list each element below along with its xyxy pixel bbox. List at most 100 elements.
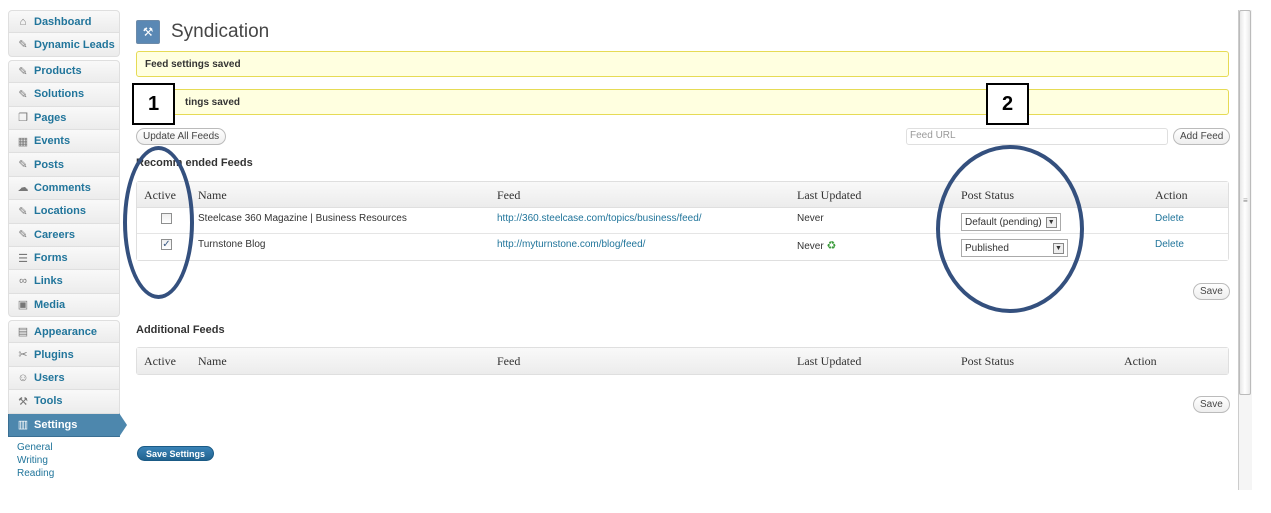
sidebar-item-label: Users bbox=[34, 372, 65, 385]
page-title: Syndication bbox=[171, 21, 270, 42]
sidebar-item-label: Posts bbox=[34, 158, 64, 171]
sidebar-item-forms[interactable]: ☰ Forms bbox=[8, 246, 120, 271]
sidebar-item-label: Pages bbox=[34, 111, 67, 124]
grip-icon: ≡ bbox=[1243, 196, 1248, 205]
col-action: Action bbox=[1155, 188, 1188, 202]
annotation-label-2: 2 bbox=[986, 83, 1029, 125]
sidebar-item-label: Careers bbox=[34, 228, 75, 241]
col-name: Name bbox=[198, 354, 227, 368]
sidebar-item-label: Dynamic Leads bbox=[34, 38, 115, 51]
vertical-scrollbar[interactable]: ≡ bbox=[1238, 10, 1252, 490]
users-icon: ☺ bbox=[17, 372, 29, 385]
additional-feeds-heading: Additional Feeds bbox=[136, 324, 225, 336]
scrollbar-thumb[interactable]: ≡ bbox=[1239, 10, 1251, 395]
update-all-feeds-button[interactable]: Update All Feeds bbox=[136, 128, 227, 145]
notice-feed-saved: Feed settings saved bbox=[136, 51, 1229, 77]
sidebar-item-dynamic-leads[interactable]: ✎ Dynamic Leads bbox=[8, 33, 120, 57]
sidebar-item-label: Links bbox=[34, 275, 63, 288]
notice-text: tings saved bbox=[185, 97, 241, 108]
sidebar-item-events[interactable]: ▦ Events bbox=[8, 129, 120, 154]
feed-name: Steelcase 360 Magazine | Business Resour… bbox=[198, 213, 407, 224]
col-post-status: Post Status bbox=[961, 354, 1015, 368]
save-button[interactable]: Save bbox=[1193, 396, 1230, 413]
sidebar-item-careers[interactable]: ✎ Careers bbox=[8, 223, 120, 247]
feed-url-link[interactable]: http://360.steelcase.com/topics/business… bbox=[497, 213, 702, 224]
sidebar-item-appearance[interactable]: ▤ Appearance bbox=[8, 320, 120, 344]
sidebar-item-links[interactable]: ∞ Links bbox=[8, 270, 120, 294]
sidebar-item-locations[interactable]: ✎ Locations bbox=[8, 200, 120, 224]
pages-icon: ❐ bbox=[18, 112, 28, 125]
last-updated: Never ♻ bbox=[797, 239, 836, 252]
sidebar-item-dashboard[interactable]: ⌂ Dashboard bbox=[8, 10, 120, 34]
sidebar-item-label: Products bbox=[34, 65, 82, 78]
heading-part: ended Feeds bbox=[185, 157, 253, 169]
sidebar-item-label: Settings bbox=[34, 418, 78, 431]
col-feed: Feed bbox=[497, 354, 521, 368]
sidebar-item-label: Forms bbox=[34, 252, 68, 265]
notice-settings-saved: tings saved bbox=[136, 89, 1229, 115]
annotation-ellipse-post-status bbox=[936, 145, 1084, 313]
delete-link[interactable]: Delete bbox=[1155, 239, 1184, 250]
sidebar-item-posts[interactable]: ✎ Posts bbox=[8, 153, 120, 177]
col-last-updated: Last Updated bbox=[797, 354, 862, 368]
sidebar-item-tools[interactable]: ⚒ Tools bbox=[8, 390, 120, 414]
sidebar-item-users[interactable]: ☺ Users bbox=[8, 366, 120, 391]
delete-link[interactable]: Delete bbox=[1155, 213, 1184, 224]
sidebar-item-label: Appearance bbox=[34, 325, 97, 338]
sidebar-item-plugins[interactable]: ✂ Plugins bbox=[8, 343, 120, 367]
current-arrow bbox=[119, 412, 127, 437]
media-icon: ▣ bbox=[17, 299, 29, 312]
sidebar-item-label: Dashboard bbox=[34, 15, 92, 28]
feed-url-link[interactable]: http://myturnstone.com/blog/feed/ bbox=[497, 239, 645, 250]
col-name: Name bbox=[198, 188, 227, 202]
link-icon: ∞ bbox=[19, 275, 27, 288]
table-header: Active Name Feed Last Updated Post Statu… bbox=[137, 348, 1228, 374]
sidebar-item-comments[interactable]: ☁ Comments bbox=[8, 176, 120, 201]
sidebar-item-label: Tools bbox=[34, 395, 63, 408]
admin-sidebar: ⌂ Dashboard ✎ Dynamic Leads ✎ Products ✎ Sol… bbox=[8, 10, 127, 490]
pin-icon: ✎ bbox=[18, 39, 28, 52]
sidebar-item-label: Locations bbox=[34, 205, 86, 218]
add-feed-button[interactable]: Add Feed bbox=[1173, 128, 1231, 145]
dashboard-icon: ⌂ bbox=[19, 15, 27, 28]
col-action: Action bbox=[1124, 354, 1157, 368]
additional-feeds-table: Active Name Feed Last Updated Post Statu… bbox=[136, 347, 1229, 375]
sidebar-item-pages[interactable]: ❐ Pages bbox=[8, 106, 120, 130]
form-icon: ☰ bbox=[18, 252, 28, 265]
feed-url-input[interactable]: Feed URL bbox=[906, 128, 1168, 145]
pin-icon: ✎ bbox=[18, 65, 28, 78]
submenu-item-general[interactable]: General bbox=[17, 441, 120, 454]
col-active: Active bbox=[144, 354, 176, 368]
last-updated-text: Never bbox=[797, 241, 824, 252]
notice-text: Feed settings saved bbox=[145, 59, 241, 70]
sidebar-item-products[interactable]: ✎ Products bbox=[8, 59, 120, 84]
sidebar-item-label: Events bbox=[34, 135, 71, 148]
pin-icon: ✎ bbox=[18, 229, 28, 242]
comment-bubble-icon: ☁ bbox=[17, 182, 29, 195]
annotation-label-1: 1 bbox=[132, 83, 175, 125]
sidebar-item-label: Plugins bbox=[34, 348, 74, 361]
last-updated: Never bbox=[797, 213, 824, 224]
sidebar-item-label: Comments bbox=[34, 181, 91, 194]
feed-name: Turnstone Blog bbox=[198, 239, 266, 250]
page-header: ⚒ Syndication bbox=[136, 20, 269, 44]
settings-submenu: General Writing Reading bbox=[8, 437, 120, 480]
submenu-item-writing[interactable]: Writing bbox=[17, 454, 120, 467]
tools-icon: ⚒ bbox=[136, 20, 160, 44]
save-button[interactable]: Save bbox=[1193, 283, 1230, 300]
submenu-item-reading[interactable]: Reading bbox=[17, 467, 120, 480]
refresh-icon[interactable]: ♻ bbox=[826, 240, 836, 252]
sidebar-item-settings[interactable]: ▥ Settings bbox=[8, 412, 127, 438]
col-last-updated: Last Updated bbox=[797, 188, 862, 202]
pin-icon: ✎ bbox=[18, 88, 28, 101]
pin-icon: ✎ bbox=[18, 205, 28, 218]
appearance-icon: ▤ bbox=[17, 326, 29, 339]
plugin-icon: ✂ bbox=[18, 349, 28, 362]
sidebar-item-label: Media bbox=[34, 298, 66, 311]
sidebar-item-media[interactable]: ▣ Media bbox=[8, 293, 120, 318]
sidebar-item-label: Solutions bbox=[34, 88, 85, 101]
save-settings-button[interactable]: Save Settings bbox=[137, 446, 215, 461]
annotation-ellipse-active bbox=[123, 146, 194, 299]
sidebar-item-solutions[interactable]: ✎ Solutions bbox=[8, 83, 120, 107]
pin-icon: ✎ bbox=[18, 159, 28, 172]
